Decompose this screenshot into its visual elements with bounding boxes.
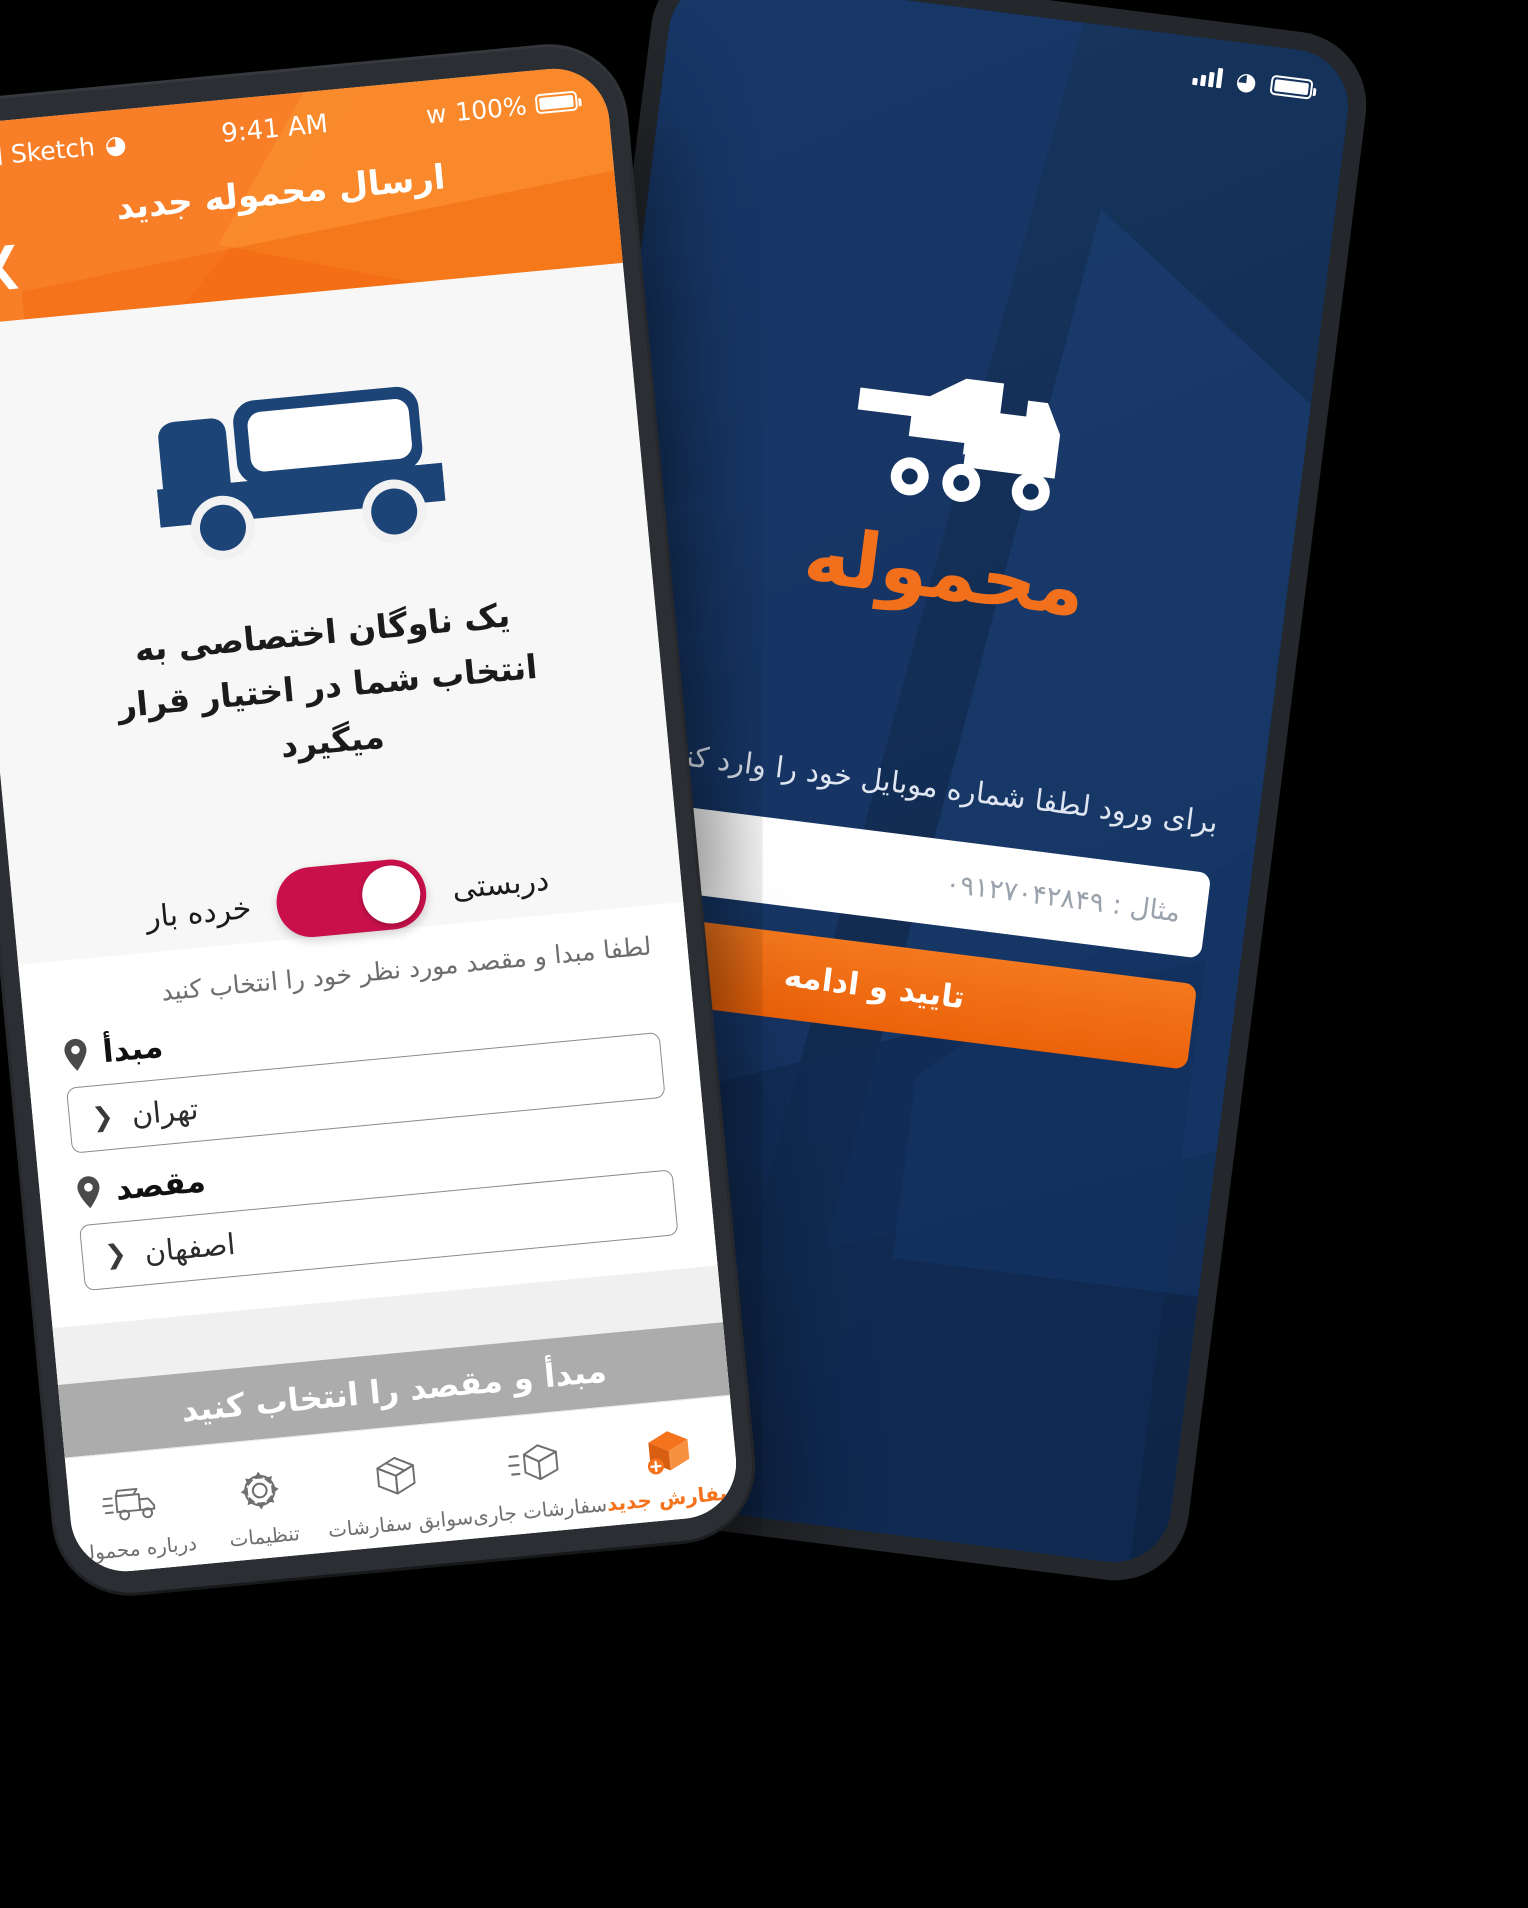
battery-full-icon (534, 90, 579, 115)
tab-about[interactable]: درباره محموله (65, 1447, 203, 1576)
tab-current-orders[interactable]: سفارشات جاری (464, 1408, 609, 1538)
wifi-icon: ◕ (103, 128, 128, 160)
back-button[interactable]: ❮ (0, 237, 25, 291)
origin-value: تهران (130, 1092, 200, 1133)
truck-illustration-icon (134, 364, 480, 579)
map-pin-icon (74, 1174, 103, 1210)
toggle-label-dedicated: دربستی (450, 862, 551, 907)
tab-label: درباره محموله (77, 1530, 198, 1566)
origin-label: مبدأ (101, 1029, 165, 1071)
phone-number-placeholder: مثال : ۰۹۱۲۷۰۴۲۸۴۹ (943, 867, 1183, 929)
chevron-left-icon: ❮ (103, 1239, 129, 1272)
tab-label: سفارش جدید (605, 1479, 741, 1516)
mahmoole-truck-logo-icon (839, 357, 1085, 525)
current-orders-box-icon (506, 1428, 565, 1491)
tab-label: تنظیمات (228, 1521, 301, 1552)
tab-order-history[interactable]: سوابق سفارشات (319, 1421, 475, 1552)
signal-bars-icon (0, 145, 2, 168)
order-history-box-icon (368, 1441, 423, 1503)
switch-knob (360, 863, 424, 927)
wifi-icon: ◕ (1234, 66, 1259, 97)
tab-new-order[interactable]: سفارش جدید (598, 1396, 741, 1526)
tab-label: سفارشات جاری (471, 1492, 608, 1529)
battery-percent-label: 100% (454, 90, 528, 127)
bluetooth-icon: w (424, 98, 448, 130)
foreground-phone-screen: Sketch ◕ 9:41 AM w 100% ارسال محموله جدی… (0, 63, 742, 1577)
about-truck-icon (99, 1466, 166, 1530)
tab-settings[interactable]: تنظیمات (192, 1435, 330, 1564)
map-pin-icon (61, 1037, 90, 1073)
signal-bars-icon (1192, 65, 1224, 89)
toggle-label-partial: خرده بار (144, 890, 253, 936)
carrier-label: Sketch (9, 131, 97, 169)
page-body: یک ناوگان اختصاصی به انتخاب شما در اختیا… (0, 262, 742, 1577)
hero-section: یک ناوگان اختصاصی به انتخاب شما در اختیا… (0, 263, 668, 800)
new-order-box-icon (640, 1416, 695, 1478)
destination-value: اصفهان (143, 1227, 237, 1270)
gear-icon (233, 1454, 286, 1516)
chevron-left-icon: ❮ (90, 1101, 116, 1134)
hero-description: یک ناوگان اختصاصی به انتخاب شما در اختیا… (115, 595, 539, 766)
tab-label: سوابق سفارشات (326, 1504, 475, 1543)
route-form: لطفا مبدا و مقصد مورد نظر خود را انتخاب … (18, 902, 718, 1329)
battery-full-icon (1269, 74, 1314, 100)
destination-label: مقصد (114, 1163, 208, 1208)
clock: 9:41 AM (220, 109, 330, 150)
screenshot-stage: ◕ محموله برای ورود لطفا شماره موبایل خود… (0, 0, 1528, 1908)
